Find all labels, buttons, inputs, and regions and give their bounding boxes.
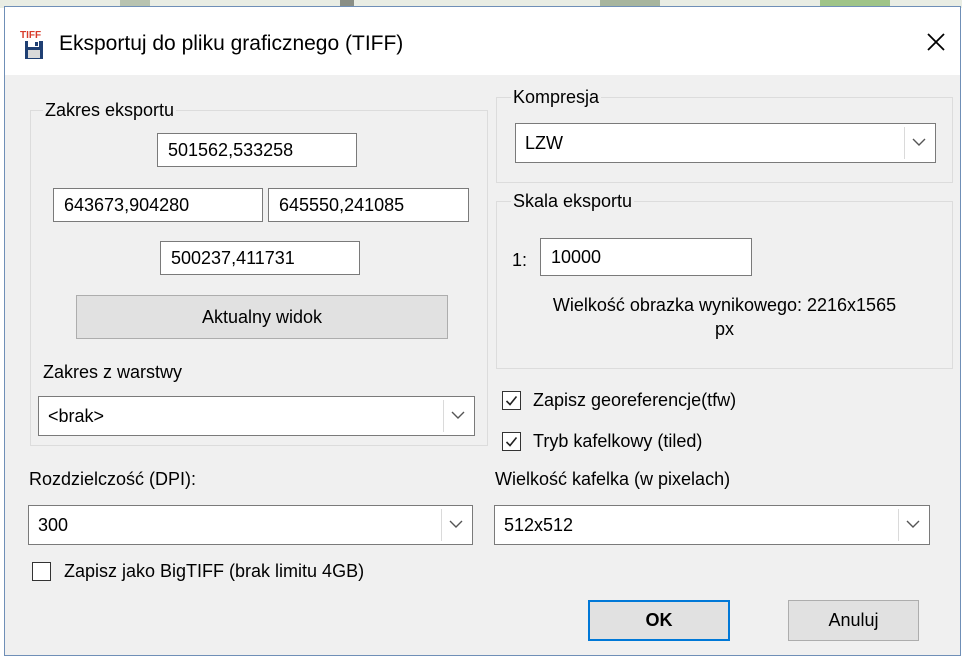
tile-size-selected-value: 512x512 (504, 515, 574, 535)
export-tiff-dialog: TIFF Eksportuj do pliku graficznego (TIF… (4, 6, 961, 656)
checkmark-icon (505, 436, 518, 447)
scale-denominator-field[interactable] (540, 238, 752, 276)
chevron-down-icon[interactable] (441, 509, 469, 541)
from-layer-selected-value: <brak> (48, 406, 105, 426)
window-title: Eksportuj do pliku graficznego (TIFF) (59, 32, 404, 55)
resolution-selected-value: 300 (38, 515, 69, 535)
range-right-field[interactable] (268, 188, 469, 222)
title-bar: TIFF Eksportuj do pliku graficznego (TIF… (5, 7, 960, 75)
tile-size-select[interactable]: 512x512 (494, 505, 930, 545)
checkmark-icon (505, 395, 518, 406)
from-layer-label: Zakres z warstwy (43, 362, 183, 382)
current-view-button[interactable]: Aktualny widok (76, 295, 448, 339)
export-range-group-title: Zakres eksportu (43, 99, 177, 121)
close-icon (927, 33, 945, 51)
compression-group-title: Kompresja (511, 86, 602, 108)
chevron-down-icon[interactable] (898, 509, 926, 541)
ok-button[interactable]: OK (588, 600, 730, 641)
result-size-unit: px (714, 319, 734, 339)
resolution-select[interactable]: 300 (28, 505, 473, 545)
range-bottom-field[interactable] (160, 241, 360, 275)
tiled-checkbox[interactable] (502, 432, 521, 451)
close-button[interactable] (921, 27, 951, 57)
resolution-label: Rozdzielczość (DPI): (29, 469, 197, 489)
chevron-down-icon[interactable] (443, 400, 471, 432)
export-scale-group-title: Skala eksportu (511, 190, 635, 212)
svg-text:TIFF: TIFF (20, 30, 41, 41)
cancel-button[interactable]: Anuluj (788, 600, 919, 641)
tiff-file-save-icon: TIFF (19, 27, 45, 61)
bigtiff-checkbox[interactable] (32, 562, 51, 581)
compression-selected-value: LZW (525, 133, 563, 153)
bigtiff-checkbox-label[interactable]: Zapisz jako BigTIFF (brak limitu 4GB) (64, 560, 364, 582)
range-top-field[interactable] (157, 133, 357, 167)
dialog-content: Zakres eksportu Aktualny widok Zakres z … (5, 75, 960, 655)
scale-prefix-label: 1: (512, 250, 528, 270)
range-left-field[interactable] (53, 188, 263, 222)
georef-checkbox[interactable] (502, 391, 521, 410)
tile-size-label: Wielkość kafelka (w pixelach) (495, 469, 731, 489)
georef-checkbox-label[interactable]: Zapisz georeferencje(tfw) (533, 389, 736, 411)
result-size-text: Wielkość obrazka wynikowego: 2216x1565 (552, 295, 897, 315)
from-layer-select[interactable]: <brak> (38, 396, 475, 436)
compression-select[interactable]: LZW (515, 123, 936, 163)
export-scale-group: Skala eksportu (496, 190, 953, 369)
chevron-down-icon[interactable] (904, 127, 932, 159)
tiled-checkbox-label[interactable]: Tryb kafelkowy (tiled) (533, 430, 702, 452)
